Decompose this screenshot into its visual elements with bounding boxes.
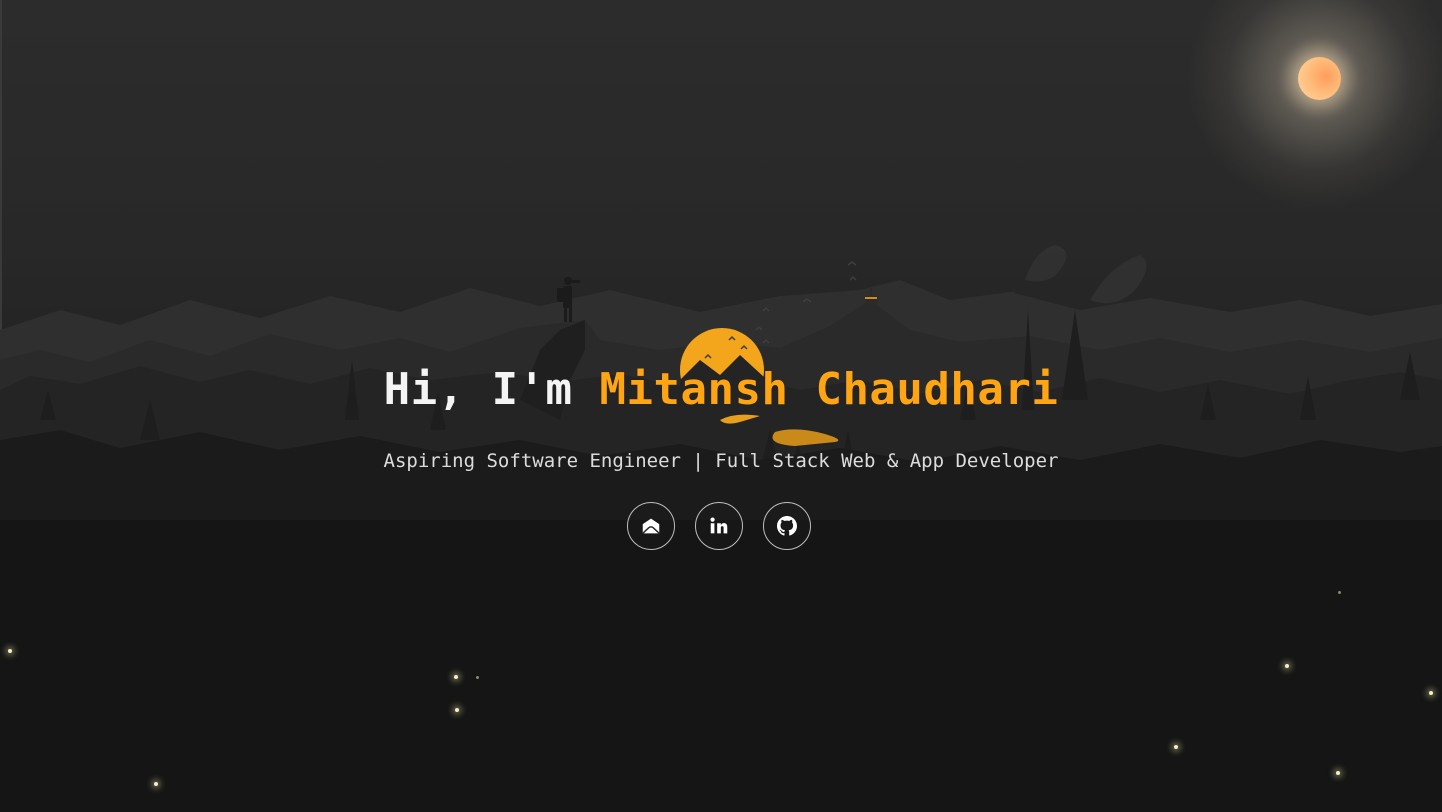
firefly-dot xyxy=(1429,691,1433,695)
firefly-dot xyxy=(1174,745,1178,749)
social-links xyxy=(627,502,811,550)
linkedin-icon xyxy=(710,517,728,534)
firefly-dot xyxy=(1338,591,1341,594)
hero-name: Mitansh Chaudhari xyxy=(599,364,1059,415)
hero-headline: Hi, I'm Mitansh Chaudhari xyxy=(0,360,1442,420)
email-link-button[interactable] xyxy=(627,502,675,550)
firefly-dot xyxy=(1336,771,1340,775)
firefly-dot xyxy=(8,649,12,653)
foreground-ground xyxy=(0,520,1442,812)
github-icon xyxy=(777,516,797,536)
hero-section: Hi, I'm Mitansh Chaudhari Aspiring Softw… xyxy=(0,360,1442,473)
mail-icon xyxy=(642,518,660,534)
linkedin-link-button[interactable] xyxy=(695,502,743,550)
firefly-dot xyxy=(454,675,458,679)
firefly-dot xyxy=(476,676,479,679)
cloud-shape xyxy=(1025,245,1067,282)
tower-lights xyxy=(865,297,877,299)
hero-tagline: Aspiring Software Engineer | Full Stack … xyxy=(383,450,1059,472)
greeting-text: Hi, I'm xyxy=(383,364,600,415)
firefly-dot xyxy=(154,782,158,786)
firefly-dot xyxy=(455,708,459,712)
github-link-button[interactable] xyxy=(763,502,811,550)
cloud-shape xyxy=(1090,255,1147,304)
hero-background: Hi, I'm Mitansh Chaudhari Aspiring Softw… xyxy=(0,0,1442,812)
firefly-dot xyxy=(1285,664,1289,668)
